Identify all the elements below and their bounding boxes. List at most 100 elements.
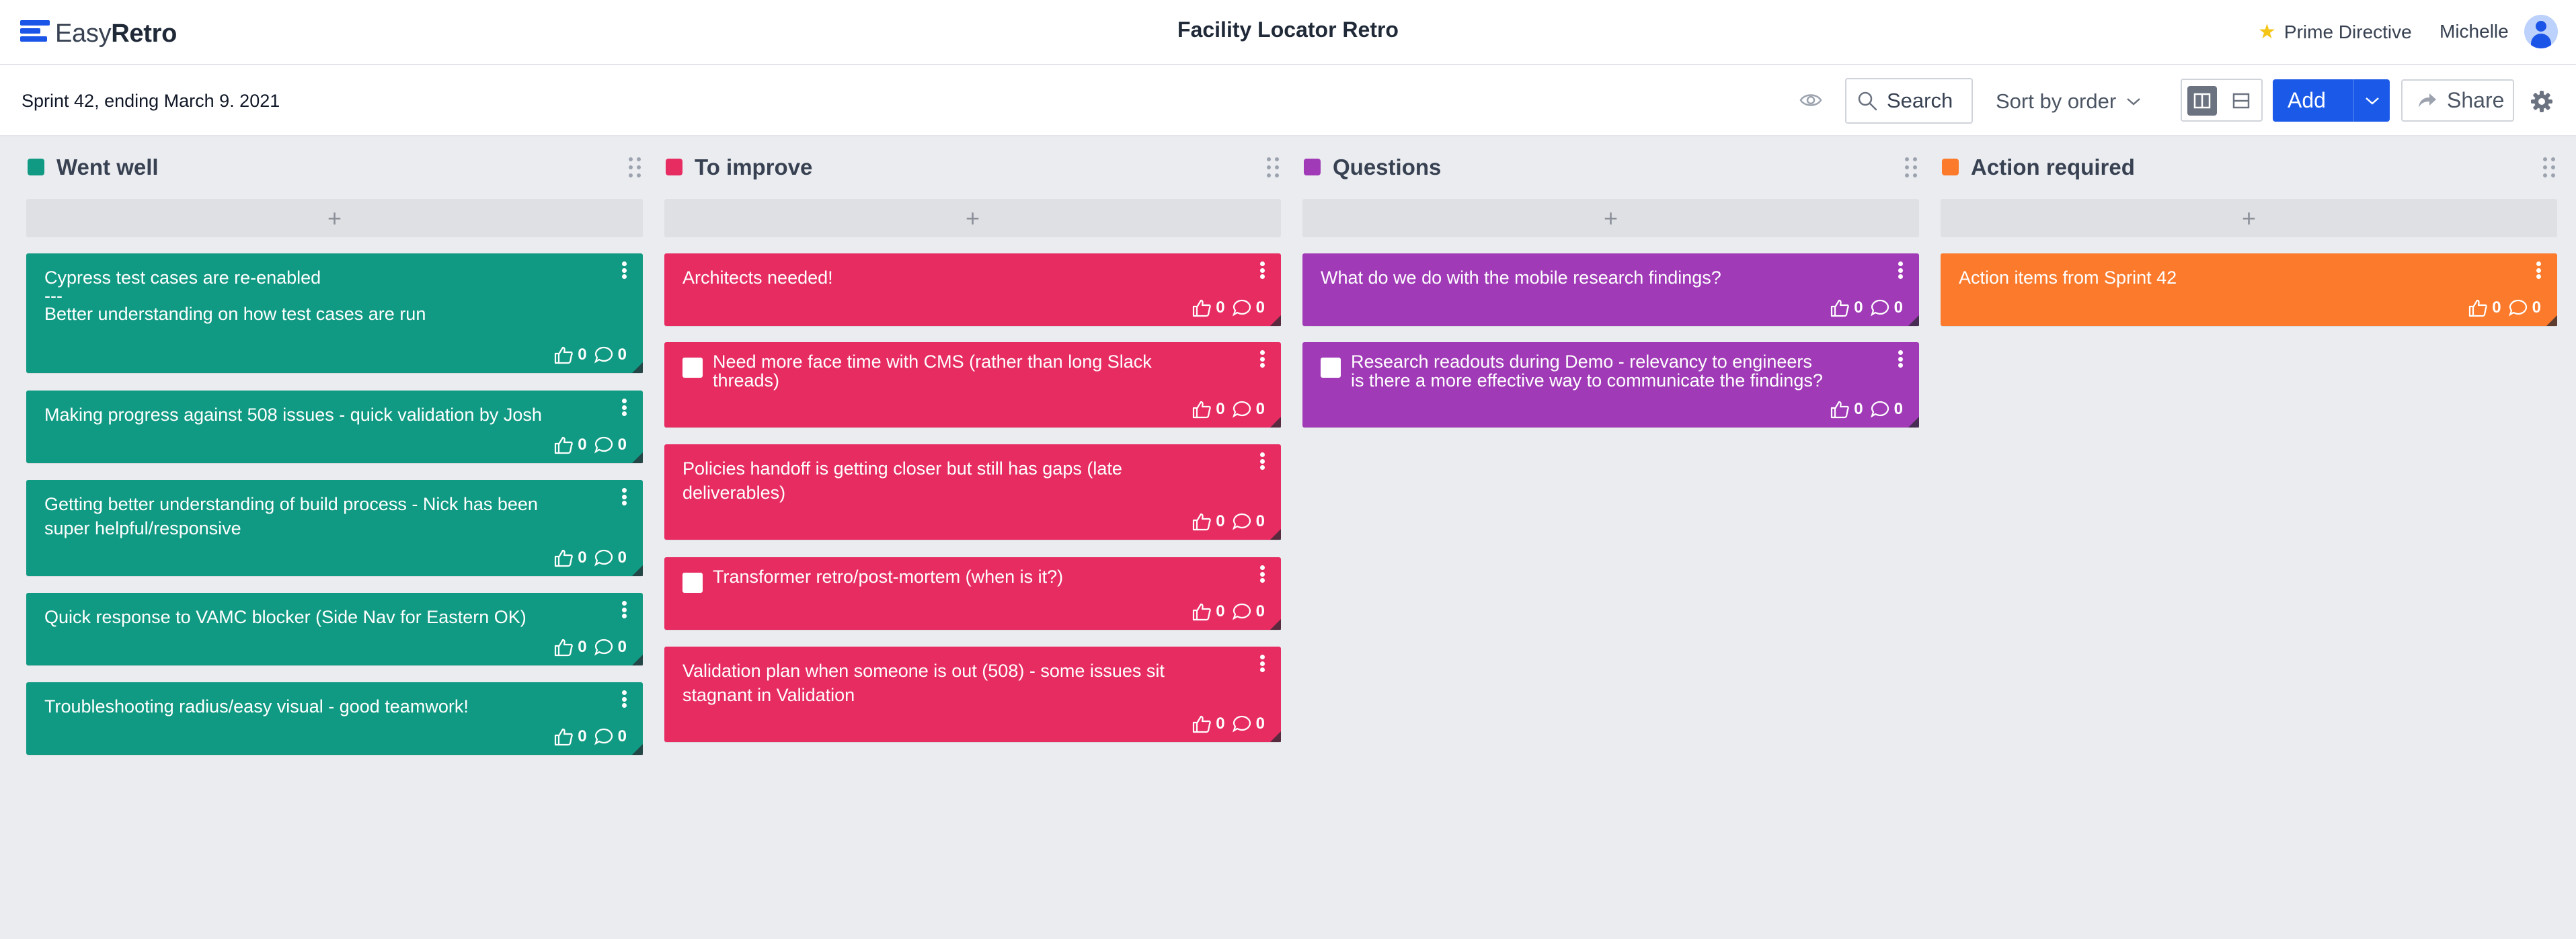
user-name[interactable]: Michelle [2440, 21, 2509, 42]
card[interactable]: What do we do with the mobile research f… [1302, 253, 1919, 326]
search-button[interactable]: Search [1845, 78, 1973, 124]
kebab-menu-icon[interactable] [1896, 260, 1904, 280]
chevron-down-icon[interactable] [2353, 79, 2390, 122]
add-card-button[interactable]: + [1941, 199, 2557, 237]
board-title: Facility Locator Retro [1177, 17, 1399, 42]
comment-icon[interactable] [594, 727, 614, 746]
avatar-icon[interactable] [2524, 15, 2558, 48]
add-card-button[interactable]: + [26, 199, 643, 237]
card[interactable]: Quick response to VAMC blocker (Side Nav… [26, 593, 643, 665]
logo[interactable]: EasyRetro [20, 19, 177, 48]
comment-icon[interactable] [1232, 298, 1252, 317]
card[interactable]: Cypress test cases are re-enabled --- Be… [26, 253, 643, 373]
thumbs-up-icon[interactable] [553, 638, 574, 657]
thumbs-up-icon[interactable] [553, 548, 574, 567]
comment-icon[interactable] [2508, 298, 2528, 317]
like-count: 0 [1854, 298, 1863, 317]
card-checkbox[interactable] [682, 573, 703, 593]
thumbs-up-icon[interactable] [1192, 400, 1212, 419]
thumbs-up-icon[interactable] [553, 436, 574, 454]
eye-icon[interactable] [1799, 91, 1822, 110]
card-text: Research readouts during Demo - relevanc… [1351, 352, 1823, 391]
thumbs-up-icon[interactable] [553, 345, 574, 364]
comment-icon[interactable] [594, 638, 614, 657]
kebab-menu-icon[interactable] [620, 689, 628, 709]
comment-icon[interactable] [1870, 298, 1890, 317]
column-title: Questions [1333, 155, 1442, 179]
search-icon [1858, 91, 1877, 111]
like-count: 0 [1216, 298, 1225, 317]
card-text: Troubleshooting radius/easy visual - goo… [44, 696, 469, 717]
kebab-menu-icon[interactable] [1258, 260, 1266, 280]
thumbs-up-icon[interactable] [553, 727, 574, 746]
column-header: Went well [26, 151, 643, 184]
card[interactable]: Research readouts during Demo - relevanc… [1302, 342, 1919, 427]
add-button[interactable]: Add [2273, 79, 2390, 122]
comment-count: 0 [1255, 602, 1265, 620]
card[interactable]: Architects needed! 0 0 [664, 253, 1281, 326]
card[interactable]: Policies handoff is getting closer but s… [664, 444, 1281, 540]
kebab-menu-icon[interactable] [620, 397, 628, 417]
top-bar: EasyRetro Facility Locator Retro ★ Prime… [0, 0, 2576, 65]
column-color-dot [1304, 159, 1321, 175]
thumbs-up-icon[interactable] [1192, 602, 1212, 621]
prime-directive-link[interactable]: ★ Prime Directive [2258, 20, 2412, 44]
sort-label: Sort by order [1996, 89, 2117, 113]
kebab-menu-icon[interactable] [1258, 451, 1266, 471]
card[interactable]: Need more face time with CMS (rather tha… [664, 342, 1281, 427]
card-text: Action items from Sprint 42 [1959, 268, 2177, 288]
drag-handle-icon[interactable] [1265, 156, 1281, 179]
card-text: Policies handoff is getting closer but s… [682, 458, 1122, 503]
comment-icon[interactable] [594, 548, 614, 567]
card[interactable]: Making progress against 508 issues - qui… [26, 391, 643, 463]
comment-count: 0 [1255, 400, 1265, 418]
add-label: Add [2288, 88, 2326, 112]
prime-directive-label: Prime Directive [2284, 21, 2412, 42]
like-count: 0 [2492, 298, 2501, 317]
drag-handle-icon[interactable] [2541, 156, 2557, 179]
thumbs-up-icon[interactable] [1830, 298, 1850, 317]
comment-icon[interactable] [1232, 400, 1252, 419]
card[interactable]: Action items from Sprint 42 0 0 [1941, 253, 2557, 326]
card[interactable]: Troubleshooting radius/easy visual - goo… [26, 682, 643, 755]
kebab-menu-icon[interactable] [1258, 349, 1266, 369]
drag-handle-icon[interactable] [627, 156, 643, 179]
kebab-menu-icon[interactable] [1896, 349, 1904, 369]
card-checkbox[interactable] [1321, 358, 1341, 378]
card[interactable]: Transformer retro/post-mortem (when is i… [664, 557, 1281, 630]
rows-view-icon[interactable] [2226, 86, 2256, 116]
comment-icon[interactable] [594, 345, 614, 364]
kebab-menu-icon[interactable] [620, 487, 628, 507]
thumbs-up-icon[interactable] [2468, 298, 2488, 317]
kebab-menu-icon[interactable] [620, 600, 628, 620]
card[interactable]: Getting better understanding of build pr… [26, 480, 643, 576]
thumbs-up-icon[interactable] [1830, 400, 1850, 419]
comment-icon[interactable] [1232, 715, 1252, 733]
comment-icon[interactable] [594, 436, 614, 454]
comment-count: 0 [617, 548, 627, 567]
card[interactable]: Validation plan when someone is out (508… [664, 647, 1281, 742]
column-header: Questions [1302, 151, 1919, 184]
thumbs-up-icon[interactable] [1192, 298, 1212, 317]
kebab-menu-icon[interactable] [1258, 564, 1266, 584]
comment-icon[interactable] [1232, 512, 1252, 531]
kebab-menu-icon[interactable] [1258, 653, 1266, 673]
comment-icon[interactable] [1870, 400, 1890, 419]
columns-view-icon[interactable] [2187, 86, 2217, 116]
add-card-button[interactable]: + [1302, 199, 1919, 237]
kebab-menu-icon[interactable] [620, 260, 628, 280]
add-card-button[interactable]: + [664, 199, 1281, 237]
share-label: Share [2447, 88, 2505, 112]
thumbs-up-icon[interactable] [1192, 512, 1212, 531]
sort-dropdown[interactable]: Sort by order [1996, 89, 2142, 114]
thumbs-up-icon[interactable] [1192, 715, 1212, 733]
drag-handle-icon[interactable] [1903, 156, 1919, 179]
comment-count: 0 [617, 345, 627, 364]
comment-icon[interactable] [1232, 602, 1252, 621]
gear-icon[interactable] [2530, 90, 2553, 113]
card-text: Transformer retro/post-mortem (when is i… [713, 567, 1064, 587]
share-icon [2419, 93, 2436, 108]
card-checkbox[interactable] [682, 358, 703, 378]
kebab-menu-icon[interactable] [2534, 260, 2542, 280]
share-button[interactable]: Share [2401, 79, 2514, 122]
